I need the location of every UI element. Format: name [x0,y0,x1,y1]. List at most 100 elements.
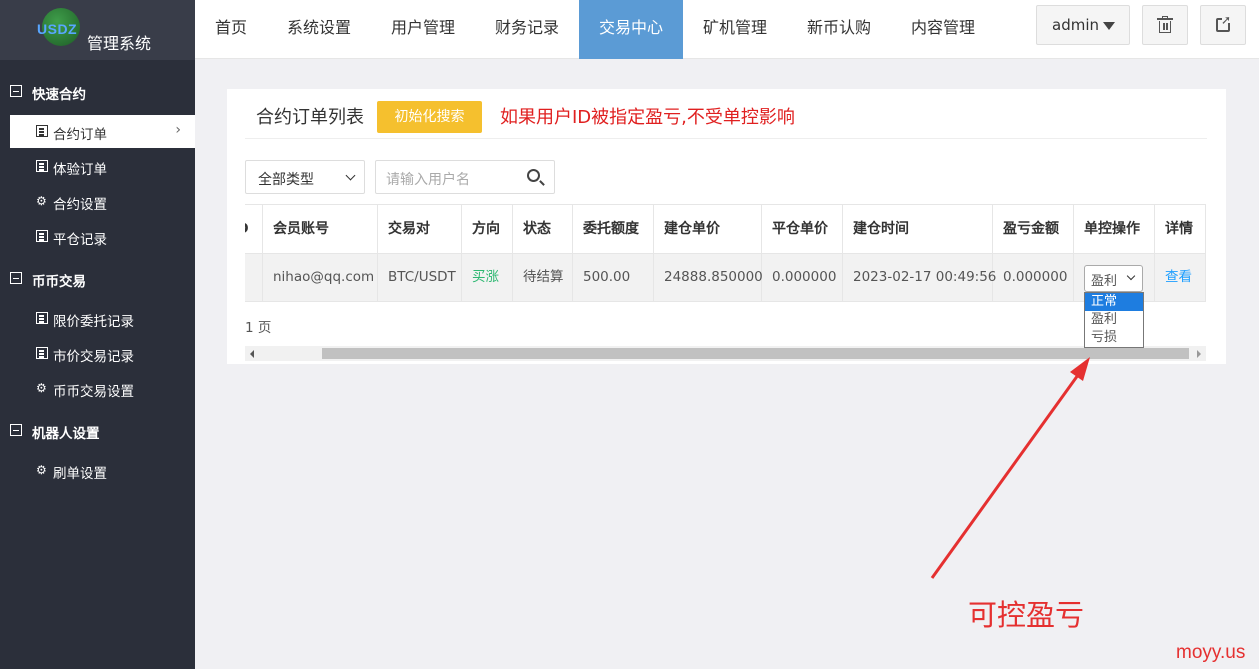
col-header-close-price: 平仓单价 [762,205,843,253]
sidebar-item-trial-orders[interactable]: 体验订单 [10,150,195,183]
sidebar-group-label: 机器人设置 [32,426,100,442]
sidebar-item-spot-settings[interactable]: ⚙ 币币交易设置 [10,372,195,405]
user-menu-button[interactable]: admin [1036,5,1130,45]
sidebar-item-brush-settings[interactable]: ⚙ 刷单设置 [10,454,195,487]
username-search-input[interactable]: 请输入用户名 [375,160,555,194]
col-header-control: 单控操作 [1074,205,1155,253]
cell-direction: 买涨 [462,254,513,301]
sidebar-item-label: 币币交易设置 [53,384,134,400]
control-select[interactable]: 盈利 [1084,265,1143,292]
scroll-thumb[interactable] [322,348,1189,359]
doc-icon [36,125,48,137]
horizontal-scrollbar[interactable] [245,346,1206,361]
watermark: moyy.us [1176,642,1246,663]
chevron-down-icon [345,170,356,181]
logo-brand: USDZ [37,21,78,37]
control-dropdown: 正常 盈利 亏损 [1084,292,1144,348]
collapse-icon [10,85,22,97]
chevron-right-icon: › [175,122,181,138]
logo[interactable]: USDZ 管理系统 [0,0,195,60]
type-select-value: 全部类型 [258,172,314,188]
sidebar-group-robot[interactable]: 机器人设置 [0,416,195,446]
logout-button[interactable] [1200,5,1246,45]
sidebar: USDZ 管理系统 快速合约 合约订单 › 体验订单 ⚙ 合约设置 平仓记录 币… [0,0,195,669]
cell-account: nihao@qq.com [263,254,378,301]
doc-icon [36,347,48,359]
logo-title: 管理系统 [87,34,152,53]
cell-status: 待结算 [513,254,573,301]
sidebar-item-label: 限价委托记录 [53,314,134,330]
doc-icon [36,312,48,324]
col-header-detail: 详情 [1155,205,1206,253]
tab-user-management[interactable]: 用户管理 [371,0,475,59]
view-detail-link[interactable]: 查看 [1155,254,1206,301]
gear-icon: ⚙ [36,194,47,208]
reset-search-button[interactable]: 初始化搜索 [377,101,482,133]
tab-system-settings[interactable]: 系统设置 [267,0,371,59]
sidebar-item-label: 平仓记录 [53,232,107,248]
col-header-amount: 委托额度 [573,205,654,253]
page-title: 合约订单列表 [256,107,364,128]
cell-open-time: 2023-02-17 00:49:56 [843,254,996,301]
trash-icon [1157,16,1173,33]
tab-new-coin[interactable]: 新币认购 [787,0,891,59]
doc-icon [36,160,48,172]
divider [245,138,1207,139]
option-loss[interactable]: 亏损 [1085,329,1143,347]
cell-amount: 500.00 [573,254,654,301]
col-header-pair: 交易对 [378,205,462,253]
tab-home[interactable]: 首页 [195,0,267,59]
cell-pnl: 0.000000 [993,254,1074,301]
tab-content-management[interactable]: 内容管理 [891,0,995,59]
col-header-open-time: 建仓时间 [843,205,993,253]
top-header: 首页 系统设置 用户管理 财务记录 交易中心 矿机管理 新币认购 内容管理 ad… [195,0,1259,59]
sidebar-item-label: 体验订单 [53,162,107,178]
chevron-down-icon [1126,271,1136,281]
sidebar-item-label: 合约设置 [53,197,107,213]
col-header-id: D [245,205,263,253]
orders-panel: 合约订单列表 初始化搜索 如果用户ID被指定盈亏,不受单控影响 全部类型 请输入… [227,89,1226,364]
sidebar-item-market-records[interactable]: 市价交易记录 [10,337,195,370]
option-profit[interactable]: 盈利 [1085,311,1143,329]
tab-miner-management[interactable]: 矿机管理 [683,0,787,59]
table-row: nihao@qq.com BTC/USDT 买涨 待结算 500.00 2488… [245,254,1206,301]
cell-close-price: 0.000000 [762,254,843,301]
collapse-icon [10,272,22,284]
collapse-icon [10,424,22,436]
sidebar-group-spot[interactable]: 币币交易 [0,264,195,294]
option-normal[interactable]: 正常 [1085,293,1143,311]
col-header-account: 会员账号 [263,205,378,253]
tab-finance-records[interactable]: 财务记录 [475,0,579,59]
tab-trading-center[interactable]: 交易中心 [579,0,683,59]
warning-note: 如果用户ID被指定盈亏,不受单控影响 [500,107,795,128]
cell-id [245,254,263,301]
col-header-open-price: 建仓单价 [654,205,762,253]
orders-table: D 会员账号 交易对 方向 状态 委托额度 建仓单价 平仓单价 建仓时间 盈亏金… [245,204,1206,302]
gear-icon: ⚙ [36,463,47,477]
logout-icon [1216,13,1232,32]
caret-down-icon [1103,22,1115,30]
search-placeholder: 请输入用户名 [386,172,470,188]
sidebar-group-futures[interactable]: 快速合约 [0,77,195,107]
col-header-status: 状态 [513,205,573,253]
scroll-left-icon[interactable] [250,350,254,358]
cell-pair: BTC/USDT [378,254,462,301]
sidebar-item-contract-settings[interactable]: ⚙ 合约设置 [10,185,195,218]
gear-icon: ⚙ [36,381,47,395]
clear-cache-button[interactable] [1142,5,1188,45]
sidebar-item-close-records[interactable]: 平仓记录 [10,220,195,253]
sidebar-group-label: 币币交易 [32,274,86,290]
type-select[interactable]: 全部类型 [245,160,365,194]
sidebar-item-label: 合约订单 [53,127,107,143]
sidebar-item-limit-orders[interactable]: 限价委托记录 [10,302,195,335]
annotation-text: 可控盈亏 [968,598,1085,632]
sidebar-group-label: 快速合约 [32,87,86,103]
pagination-info: 1 页 [245,320,272,336]
col-header-direction: 方向 [462,205,513,253]
col-header-pnl: 盈亏金额 [993,205,1074,253]
sidebar-item-contract-orders[interactable]: 合约订单 › [10,115,195,148]
doc-icon [36,230,48,242]
search-icon[interactable] [527,169,540,182]
scroll-right-icon[interactable] [1197,350,1201,358]
sidebar-item-label: 刷单设置 [53,466,107,482]
